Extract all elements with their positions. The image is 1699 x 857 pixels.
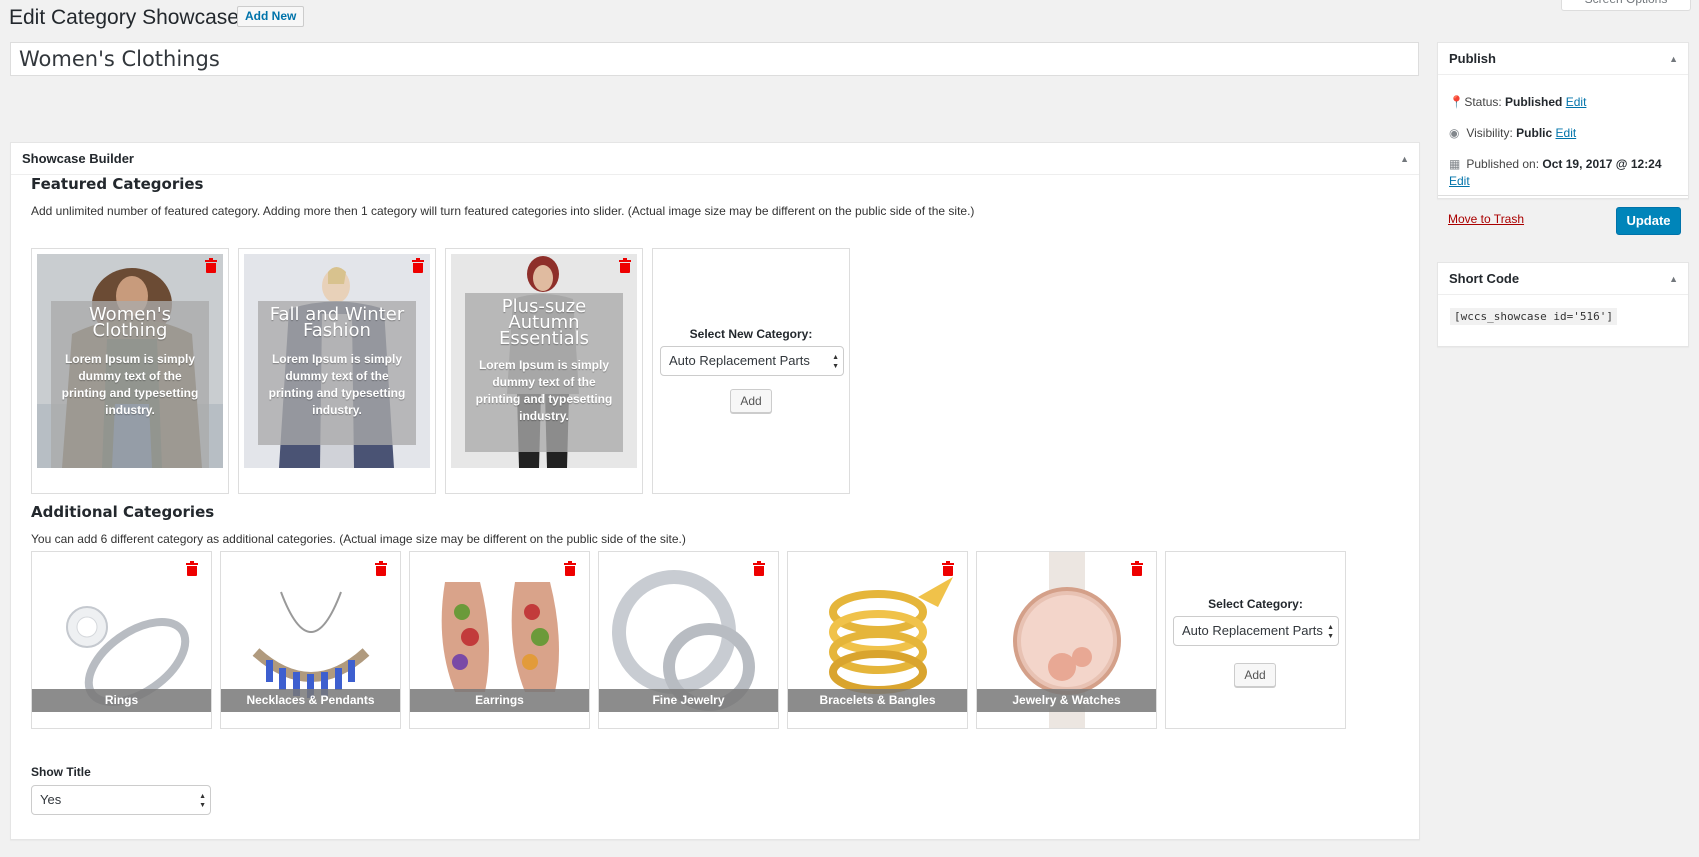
status-label: Status:	[1464, 95, 1502, 109]
page-title: Edit Category Showcase	[9, 6, 239, 29]
additional-label: Rings	[32, 689, 211, 712]
trash-icon[interactable]	[375, 561, 387, 576]
additional-description: You can add 6 different category as addi…	[31, 532, 686, 546]
pin-icon: 📍	[1449, 95, 1464, 109]
add-additional-button[interactable]: Add	[1234, 663, 1276, 687]
new-featured-category-card: Select New Category: Auto Replacement Pa…	[652, 248, 850, 494]
trash-icon[interactable]	[942, 561, 954, 576]
eye-icon: ◉	[1449, 126, 1460, 140]
edit-visibility-link[interactable]: Edit	[1556, 126, 1577, 140]
select-category-label: Select Category:	[1208, 597, 1303, 611]
additional-label: Earrings	[410, 689, 589, 712]
publish-title: Publish	[1449, 51, 1496, 66]
additional-card: Fine Jewelry	[598, 551, 779, 729]
trash-icon[interactable]	[619, 258, 631, 273]
visibility-row: ◉ Visibility: Public Edit	[1449, 126, 1576, 140]
collapse-arrow-icon[interactable]: ▲	[1669, 43, 1678, 75]
visibility-value: Public	[1516, 126, 1553, 140]
publish-divider	[1438, 195, 1688, 196]
featured-title: Fall and Winter Fashion	[269, 304, 405, 341]
showcase-builder-box: Showcase Builder ▲ Featured Categories A…	[10, 142, 1420, 840]
featured-desc: Lorem Ipsum is simply dummy text of the …	[61, 352, 199, 417]
additional-heading: Additional Categories	[31, 503, 215, 521]
status-row: 📍 Status: Published Edit	[1449, 95, 1586, 109]
additional-label: Fine Jewelry	[599, 689, 778, 712]
featured-category-value: Auto Replacement Parts	[669, 353, 810, 368]
published-on-value: Oct 19, 2017 @ 12:24	[1542, 157, 1662, 171]
featured-title: Women's Clothing	[88, 304, 172, 341]
shortcode-value: [wccs_showcase id='516']	[1450, 308, 1617, 325]
status-value: Published	[1505, 95, 1563, 109]
trash-icon[interactable]	[205, 258, 217, 273]
publish-header[interactable]: Publish ▲	[1438, 43, 1688, 75]
shortcode-title: Short Code	[1449, 271, 1520, 286]
new-additional-category-card: Select Category: Auto Replacement Parts …	[1165, 551, 1346, 729]
additional-card: Jewelry & Watches	[976, 551, 1157, 729]
featured-desc: Lorem Ipsum is simply dummy text of the …	[268, 352, 406, 417]
featured-description: Add unlimited number of featured categor…	[31, 204, 975, 218]
showcase-builder-title: Showcase Builder	[22, 151, 134, 166]
featured-card: Women's Clothing Lorem Ipsum is simply d…	[31, 248, 229, 494]
featured-category-select[interactable]: Auto Replacement Parts ▲ ▼	[660, 346, 844, 376]
publish-box: Publish ▲ 📍 Status: Published Edit ◉ Vis…	[1437, 42, 1689, 199]
published-on-label: Published on:	[1466, 157, 1540, 171]
additional-category-value: Auto Replacement Parts	[1182, 623, 1323, 638]
additional-card: Rings	[31, 551, 212, 729]
select-arrows-icon: ▲ ▼	[199, 793, 206, 809]
add-new-button[interactable]: Add New	[237, 6, 305, 27]
published-on-row: ▦ Published on: Oct 19, 2017 @ 12:24 Edi…	[1449, 156, 1681, 190]
featured-desc: Lorem Ipsum is simply dummy text of the …	[475, 358, 613, 423]
visibility-label: Visibility:	[1466, 126, 1513, 140]
additional-label: Necklaces & Pendants	[221, 689, 400, 712]
trash-icon[interactable]	[412, 258, 424, 273]
featured-card: Fall and Winter Fashion Lorem Ipsum is s…	[238, 248, 436, 494]
post-title-input[interactable]: Women's Clothings	[10, 42, 1419, 76]
show-title-value: Yes	[40, 792, 62, 807]
additional-label: Bracelets & Bangles	[788, 689, 967, 712]
edit-date-link[interactable]: Edit	[1449, 174, 1470, 188]
select-arrows-icon: ▲ ▼	[1327, 624, 1334, 640]
select-new-category-label: Select New Category:	[689, 327, 813, 341]
featured-title: Plus-suze Autumn Essentials	[498, 296, 590, 349]
edit-status-link[interactable]: Edit	[1566, 95, 1587, 109]
shortcode-box: Short Code ▲ [wccs_showcase id='516']	[1437, 262, 1689, 347]
showcase-builder-header[interactable]: Showcase Builder ▲	[11, 143, 1419, 175]
collapse-arrow-icon[interactable]: ▲	[1400, 143, 1409, 175]
featured-image: Fall and Winter Fashion Lorem Ipsum is s…	[244, 254, 430, 468]
featured-card: Plus-suze Autumn Essentials Lorem Ipsum …	[445, 248, 643, 494]
add-featured-button[interactable]: Add	[730, 389, 772, 413]
additional-card: Necklaces & Pendants	[220, 551, 401, 729]
trash-icon[interactable]	[1131, 561, 1143, 576]
select-arrows-icon: ▲ ▼	[832, 354, 839, 370]
update-button[interactable]: Update	[1616, 207, 1681, 235]
show-title-select[interactable]: Yes ▲ ▼	[31, 785, 211, 815]
featured-image: Plus-suze Autumn Essentials Lorem Ipsum …	[451, 254, 637, 468]
collapse-arrow-icon[interactable]: ▲	[1669, 263, 1678, 295]
show-title-label: Show Title	[31, 765, 91, 779]
calendar-icon: ▦	[1449, 157, 1461, 171]
additional-card: Bracelets & Bangles	[787, 551, 968, 729]
additional-label: Jewelry & Watches	[977, 689, 1156, 712]
shortcode-header[interactable]: Short Code ▲	[1438, 263, 1688, 295]
screen-options-tab[interactable]: Screen Options	[1561, 0, 1691, 11]
move-to-trash-link[interactable]: Move to Trash	[1448, 212, 1524, 226]
trash-icon[interactable]	[753, 561, 765, 576]
additional-category-select[interactable]: Auto Replacement Parts ▲ ▼	[1173, 616, 1339, 646]
additional-card: Earrings	[409, 551, 590, 729]
featured-heading: Featured Categories	[31, 175, 204, 193]
trash-icon[interactable]	[564, 561, 576, 576]
trash-icon[interactable]	[186, 561, 198, 576]
featured-image: Women's Clothing Lorem Ipsum is simply d…	[37, 254, 223, 468]
